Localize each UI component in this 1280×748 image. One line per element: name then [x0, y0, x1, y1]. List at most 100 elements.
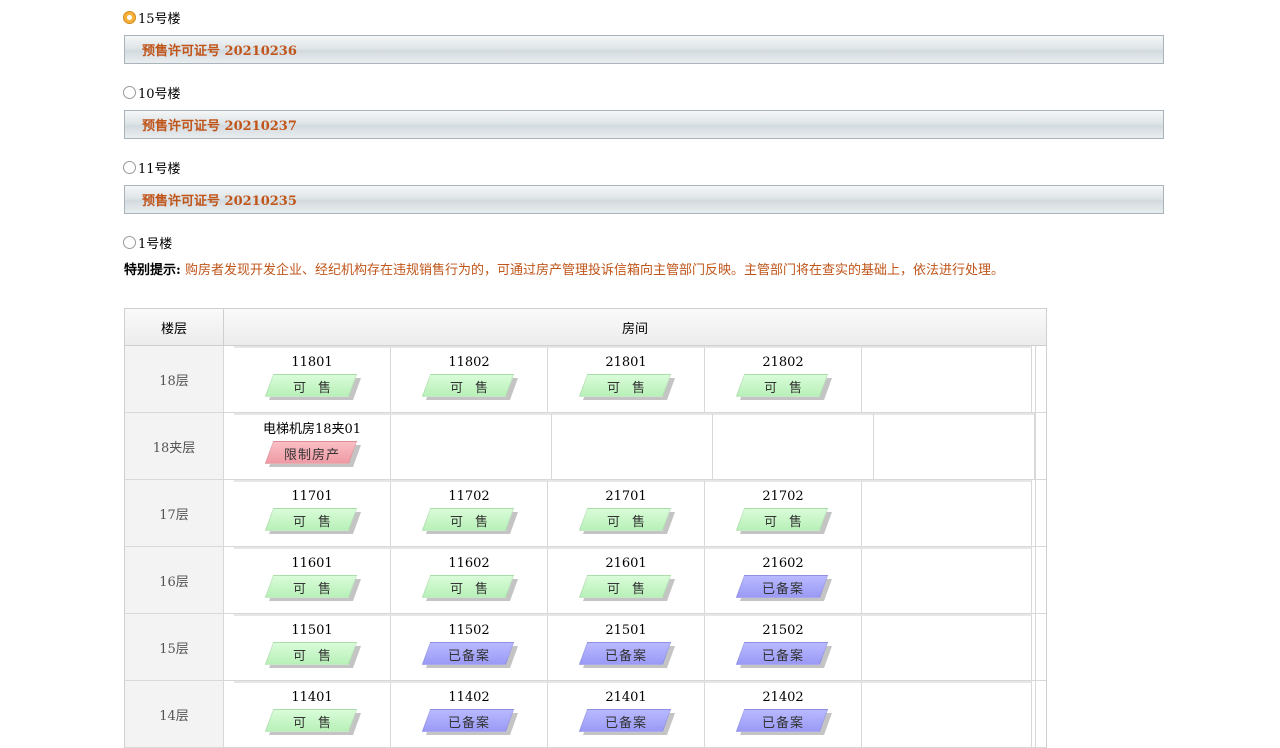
room-cell[interactable]: 21501 已备案	[548, 614, 705, 680]
room-cell[interactable]: 21702 可售	[705, 480, 862, 546]
empty-room-cell	[862, 547, 1032, 613]
status-tag-filed[interactable]: 已备案	[421, 709, 515, 733]
room-cell[interactable]: 11801 可售	[234, 346, 391, 412]
room-number: 21401	[605, 690, 647, 705]
room-number: 11501	[291, 623, 333, 638]
building-option-1[interactable]: 1号楼	[123, 232, 172, 252]
room-cell[interactable]: 21802 可售	[705, 346, 862, 412]
building-label: 15号楼	[138, 11, 181, 27]
room-cell[interactable]: 11601 可售	[234, 547, 391, 613]
room-number: 11502	[448, 623, 490, 638]
room-cell[interactable]: 21502 已备案	[705, 614, 862, 680]
status-text: 可售	[606, 380, 657, 396]
room-list: 11501 可售 11502 已备案 21501 已备案 21502 已备案	[224, 614, 1046, 680]
empty-room-cell	[713, 413, 874, 479]
room-cell[interactable]: 11401 可售	[234, 681, 391, 747]
room-cell[interactable]: 21801 可售	[548, 346, 705, 412]
room-number: 11801	[291, 355, 333, 370]
building-option-11[interactable]: 11号楼	[123, 157, 181, 177]
status-tag-filed[interactable]: 已备案	[578, 709, 672, 733]
permit-bar[interactable]: 预售许可证号 20210237	[124, 110, 1164, 139]
status-tag-available[interactable]: 可售	[578, 374, 672, 398]
room-number: 11602	[448, 556, 490, 571]
floor-label: 15层	[125, 614, 224, 680]
floor-label: 14层	[125, 681, 224, 747]
room-number: 21802	[762, 355, 804, 370]
room-cell[interactable]: 21401 已备案	[548, 681, 705, 747]
room-number: 21501	[605, 623, 647, 638]
status-tag-filed[interactable]: 已备案	[735, 575, 829, 599]
special-notice: 特别提示: 购房者发现开发企业、经纪机构存在违规销售行为的，可通过房产管理投诉信…	[124, 259, 1004, 278]
status-tag-available[interactable]: 可售	[264, 374, 358, 398]
room-number: 21402	[762, 690, 804, 705]
room-number: 21502	[762, 623, 804, 638]
room-number: 21601	[605, 556, 647, 571]
room-number: 21702	[762, 489, 804, 504]
status-tag-available[interactable]: 可售	[735, 374, 829, 398]
empty-room-cell	[391, 413, 552, 479]
status-tag-available[interactable]: 可售	[264, 642, 358, 666]
building-label: 1号楼	[138, 236, 173, 252]
status-text: 可售	[292, 648, 343, 664]
room-cell[interactable]: 21701 可售	[548, 480, 705, 546]
status-text: 可售	[292, 380, 343, 396]
room-number: 11701	[291, 489, 333, 504]
status-tag-available[interactable]: 可售	[735, 508, 829, 532]
floor-row: 14层 11401 可售 11402 已备案 21401 已备案 21402 已…	[125, 681, 1046, 748]
floor-label: 18层	[125, 346, 224, 412]
room-cell[interactable]: 21402 已备案	[705, 681, 862, 747]
status-text: 可售	[292, 715, 343, 731]
room-cell[interactable]: 11602 可售	[391, 547, 548, 613]
room-cell[interactable]: 21601 可售	[548, 547, 705, 613]
building-option-15[interactable]: 15号楼	[123, 7, 181, 27]
status-tag-restricted[interactable]: 限制房产	[264, 441, 358, 465]
status-text: 已备案	[447, 715, 490, 731]
status-tag-available[interactable]: 可售	[421, 575, 515, 599]
status-tag-available[interactable]: 可售	[578, 575, 672, 599]
radio-button-selected[interactable]	[123, 10, 136, 24]
status-tag-available[interactable]: 可售	[421, 374, 515, 398]
permit-number: 预售许可证号 20210235	[142, 194, 297, 209]
status-tag-filed[interactable]: 已备案	[421, 642, 515, 666]
room-cell[interactable]: 11701 可售	[234, 480, 391, 546]
building-option-10[interactable]: 10号楼	[123, 82, 181, 102]
room-number: 11601	[291, 556, 333, 571]
status-tag-available[interactable]: 可售	[264, 709, 358, 733]
room-cell[interactable]: 电梯机房18夹01 限制房产	[234, 413, 391, 479]
status-tag-filed[interactable]: 已备案	[735, 642, 829, 666]
room-cell[interactable]: 11702 可售	[391, 480, 548, 546]
status-tag-filed[interactable]: 已备案	[578, 642, 672, 666]
radio-button[interactable]	[123, 235, 136, 249]
room-cell[interactable]: 11501 可售	[234, 614, 391, 680]
empty-room-cell	[862, 346, 1032, 412]
room-number: 21701	[605, 489, 647, 504]
room-number: 21801	[605, 355, 647, 370]
floor-label: 16层	[125, 547, 224, 613]
room-number: 11402	[448, 690, 490, 705]
notice-text: 购房者发现开发企业、经纪机构存在违规销售行为的，可通过房产管理投诉信箱向主管部门…	[184, 263, 1004, 278]
status-tag-available[interactable]: 可售	[264, 575, 358, 599]
status-tag-available[interactable]: 可售	[578, 508, 672, 532]
room-list: 11601 可售 11602 可售 21601 可售 21602 已备案	[224, 547, 1046, 613]
status-text: 可售	[292, 581, 343, 597]
room-cell[interactable]: 11502 已备案	[391, 614, 548, 680]
radio-button[interactable]	[123, 160, 136, 174]
radio-button[interactable]	[123, 85, 136, 99]
building-label: 10号楼	[138, 86, 181, 102]
room-cell[interactable]: 11802 可售	[391, 346, 548, 412]
permit-bar[interactable]: 预售许可证号 20210236	[124, 35, 1164, 64]
room-cell[interactable]: 11402 已备案	[391, 681, 548, 747]
room-list: 11801 可售 11802 可售 21801 可售 21802 可售	[224, 346, 1046, 412]
status-tag-filed[interactable]: 已备案	[735, 709, 829, 733]
permit-number: 预售许可证号 20210236	[142, 44, 297, 59]
permit-bar[interactable]: 预售许可证号 20210235	[124, 185, 1164, 214]
status-tag-available[interactable]: 可售	[264, 508, 358, 532]
status-tag-available[interactable]: 可售	[421, 508, 515, 532]
grid-header: 楼层 房间	[125, 308, 1046, 346]
building-label: 11号楼	[138, 161, 181, 177]
room-cell[interactable]: 21602 已备案	[705, 547, 862, 613]
empty-room-cell	[552, 413, 713, 479]
status-text: 已备案	[447, 648, 490, 664]
empty-room-cell	[862, 681, 1032, 747]
status-text: 可售	[606, 581, 657, 597]
